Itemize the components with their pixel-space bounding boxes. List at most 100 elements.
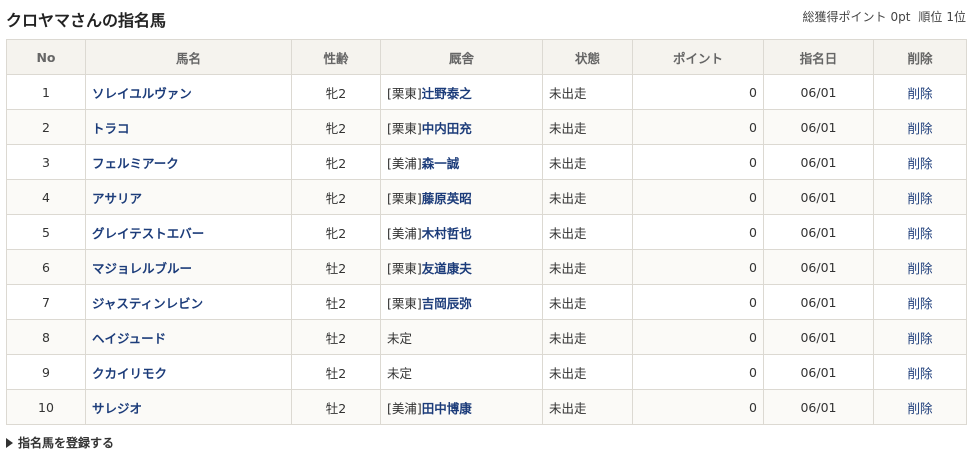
row-status: 未出走	[542, 354, 633, 390]
row-date: 06/01	[763, 179, 874, 215]
delete-link[interactable]: 削除	[907, 366, 932, 381]
stable-region: [美浦]	[387, 400, 422, 416]
delete-link[interactable]: 削除	[907, 331, 932, 346]
register-horse-label: 指名馬を登録する	[18, 436, 115, 450]
delete-link[interactable]: 削除	[907, 296, 932, 311]
row-no: 10	[6, 389, 86, 425]
col-header-date: 指名日	[763, 39, 874, 75]
stable-region: [栗東]	[387, 260, 422, 276]
horse-name-link[interactable]: グレイテストエバー	[92, 226, 204, 241]
trainer-name: 中内田充	[421, 120, 472, 136]
table-row: 6 マジョレルブルー 牡2 [栗東]友道康夫 未出走 0 06/01 削除	[6, 249, 967, 285]
row-status: 未出走	[542, 249, 633, 285]
horse-name-link[interactable]: フェルミアーク	[92, 156, 179, 171]
row-points: 0	[632, 214, 764, 250]
horse-name-link[interactable]: ソレイユルヴァン	[92, 86, 192, 101]
horse-name-link[interactable]: ジャスティンレビン	[92, 296, 203, 311]
page-title: クロヤマさんの指名馬	[6, 11, 167, 30]
row-no: 9	[6, 354, 86, 390]
row-date: 06/01	[763, 144, 874, 180]
row-stable: [栗東]友道康夫	[380, 249, 543, 285]
row-sex-age: 牝2	[291, 144, 381, 180]
row-points: 0	[632, 249, 764, 285]
total-points-value: 0pt	[890, 10, 911, 24]
row-sex-age: 牡2	[291, 354, 381, 390]
trainer-name: 辻野泰之	[421, 85, 472, 101]
row-stable: [美浦]森一誠	[380, 144, 543, 180]
delete-link[interactable]: 削除	[907, 401, 932, 416]
delete-link[interactable]: 削除	[907, 86, 932, 101]
col-header-no: No	[6, 39, 86, 75]
row-no: 6	[6, 249, 86, 285]
delete-link[interactable]: 削除	[907, 226, 932, 241]
register-horse-link[interactable]: 指名馬を登録する	[6, 434, 114, 451]
row-date: 06/01	[763, 74, 874, 110]
stable-region: [美浦]	[387, 225, 422, 241]
trainer-name: 友道康夫	[421, 260, 472, 276]
row-sex-age: 牝2	[291, 179, 381, 215]
row-date: 06/01	[763, 389, 874, 425]
row-stable: 未定	[380, 319, 543, 355]
stable-region: 未定	[387, 365, 413, 381]
table-row: 5 グレイテストエバー 牝2 [美浦]木村哲也 未出走 0 06/01 削除	[6, 214, 967, 250]
row-status: 未出走	[542, 179, 633, 215]
total-points-label: 総獲得ポイント	[802, 10, 887, 24]
horse-name-link[interactable]: トラコ	[92, 121, 130, 136]
stable-region: 未定	[387, 330, 413, 346]
horse-name-link[interactable]: アサリア	[92, 191, 142, 206]
row-points: 0	[632, 354, 764, 390]
horse-name-link[interactable]: マジョレルブルー	[92, 261, 192, 276]
row-stable: [美浦]木村哲也	[380, 214, 543, 250]
row-points: 0	[632, 179, 764, 215]
table-row: 4 アサリア 牝2 [栗東]藤原英昭 未出走 0 06/01 削除	[6, 179, 967, 215]
row-points: 0	[632, 319, 764, 355]
stable-region: [栗東]	[387, 295, 422, 311]
rank-value: 1位	[946, 10, 966, 24]
col-header-name: 馬名	[85, 39, 292, 75]
rank-label: 順位	[918, 10, 943, 24]
row-no: 1	[6, 74, 86, 110]
points-summary: 総獲得ポイント 0pt 順位 1位	[803, 8, 966, 25]
row-status: 未出走	[542, 319, 633, 355]
delete-link[interactable]: 削除	[907, 156, 932, 171]
table-header-row: No 馬名 性齢 厩舎 状態 ポイント 指名日 削除	[6, 39, 967, 75]
trainer-name: 木村哲也	[421, 225, 472, 241]
table-row: 1 ソレイユルヴァン 牝2 [栗東]辻野泰之 未出走 0 06/01 削除	[6, 74, 967, 110]
row-status: 未出走	[542, 144, 633, 180]
horse-name-link[interactable]: ヘイジュード	[92, 331, 166, 346]
row-sex-age: 牡2	[291, 249, 381, 285]
row-date: 06/01	[763, 109, 874, 145]
row-no: 5	[6, 214, 86, 250]
row-stable: [栗東]藤原英昭	[380, 179, 543, 215]
row-stable: [美浦]田中博康	[380, 389, 543, 425]
row-stable: [栗東]中内田充	[380, 109, 543, 145]
delete-link[interactable]: 削除	[907, 191, 932, 206]
row-no: 7	[6, 284, 86, 320]
row-points: 0	[632, 109, 764, 145]
col-header-stable: 厩舎	[380, 39, 543, 75]
row-points: 0	[632, 389, 764, 425]
horse-name-link[interactable]: クカイリモク	[92, 366, 167, 381]
delete-link[interactable]: 削除	[907, 121, 932, 136]
horse-name-link[interactable]: サレジオ	[92, 401, 142, 416]
delete-link[interactable]: 削除	[907, 261, 932, 276]
row-points: 0	[632, 144, 764, 180]
stable-region: [栗東]	[387, 85, 422, 101]
row-status: 未出走	[542, 389, 633, 425]
row-no: 8	[6, 319, 86, 355]
row-sex-age: 牝2	[291, 74, 381, 110]
stable-region: [栗東]	[387, 120, 422, 136]
trainer-name: 吉岡辰弥	[421, 295, 472, 311]
row-points: 0	[632, 284, 764, 320]
stable-region: [栗東]	[387, 190, 422, 206]
col-header-points: ポイント	[632, 39, 764, 75]
stable-region: [美浦]	[387, 155, 422, 171]
nominated-horses-table: No 馬名 性齢 厩舎 状態 ポイント 指名日 削除 1 ソレイユルヴァン 牝2…	[6, 39, 967, 425]
row-sex-age: 牡2	[291, 389, 381, 425]
row-no: 2	[6, 109, 86, 145]
page-header: クロヤマさんの指名馬 総獲得ポイント 0pt 順位 1位	[0, 0, 974, 34]
table-row: 7 ジャスティンレビン 牡2 [栗東]吉岡辰弥 未出走 0 06/01 削除	[6, 284, 967, 320]
table-row: 10 サレジオ 牡2 [美浦]田中博康 未出走 0 06/01 削除	[6, 389, 967, 425]
row-no: 4	[6, 179, 86, 215]
trainer-name: 田中博康	[421, 400, 472, 416]
